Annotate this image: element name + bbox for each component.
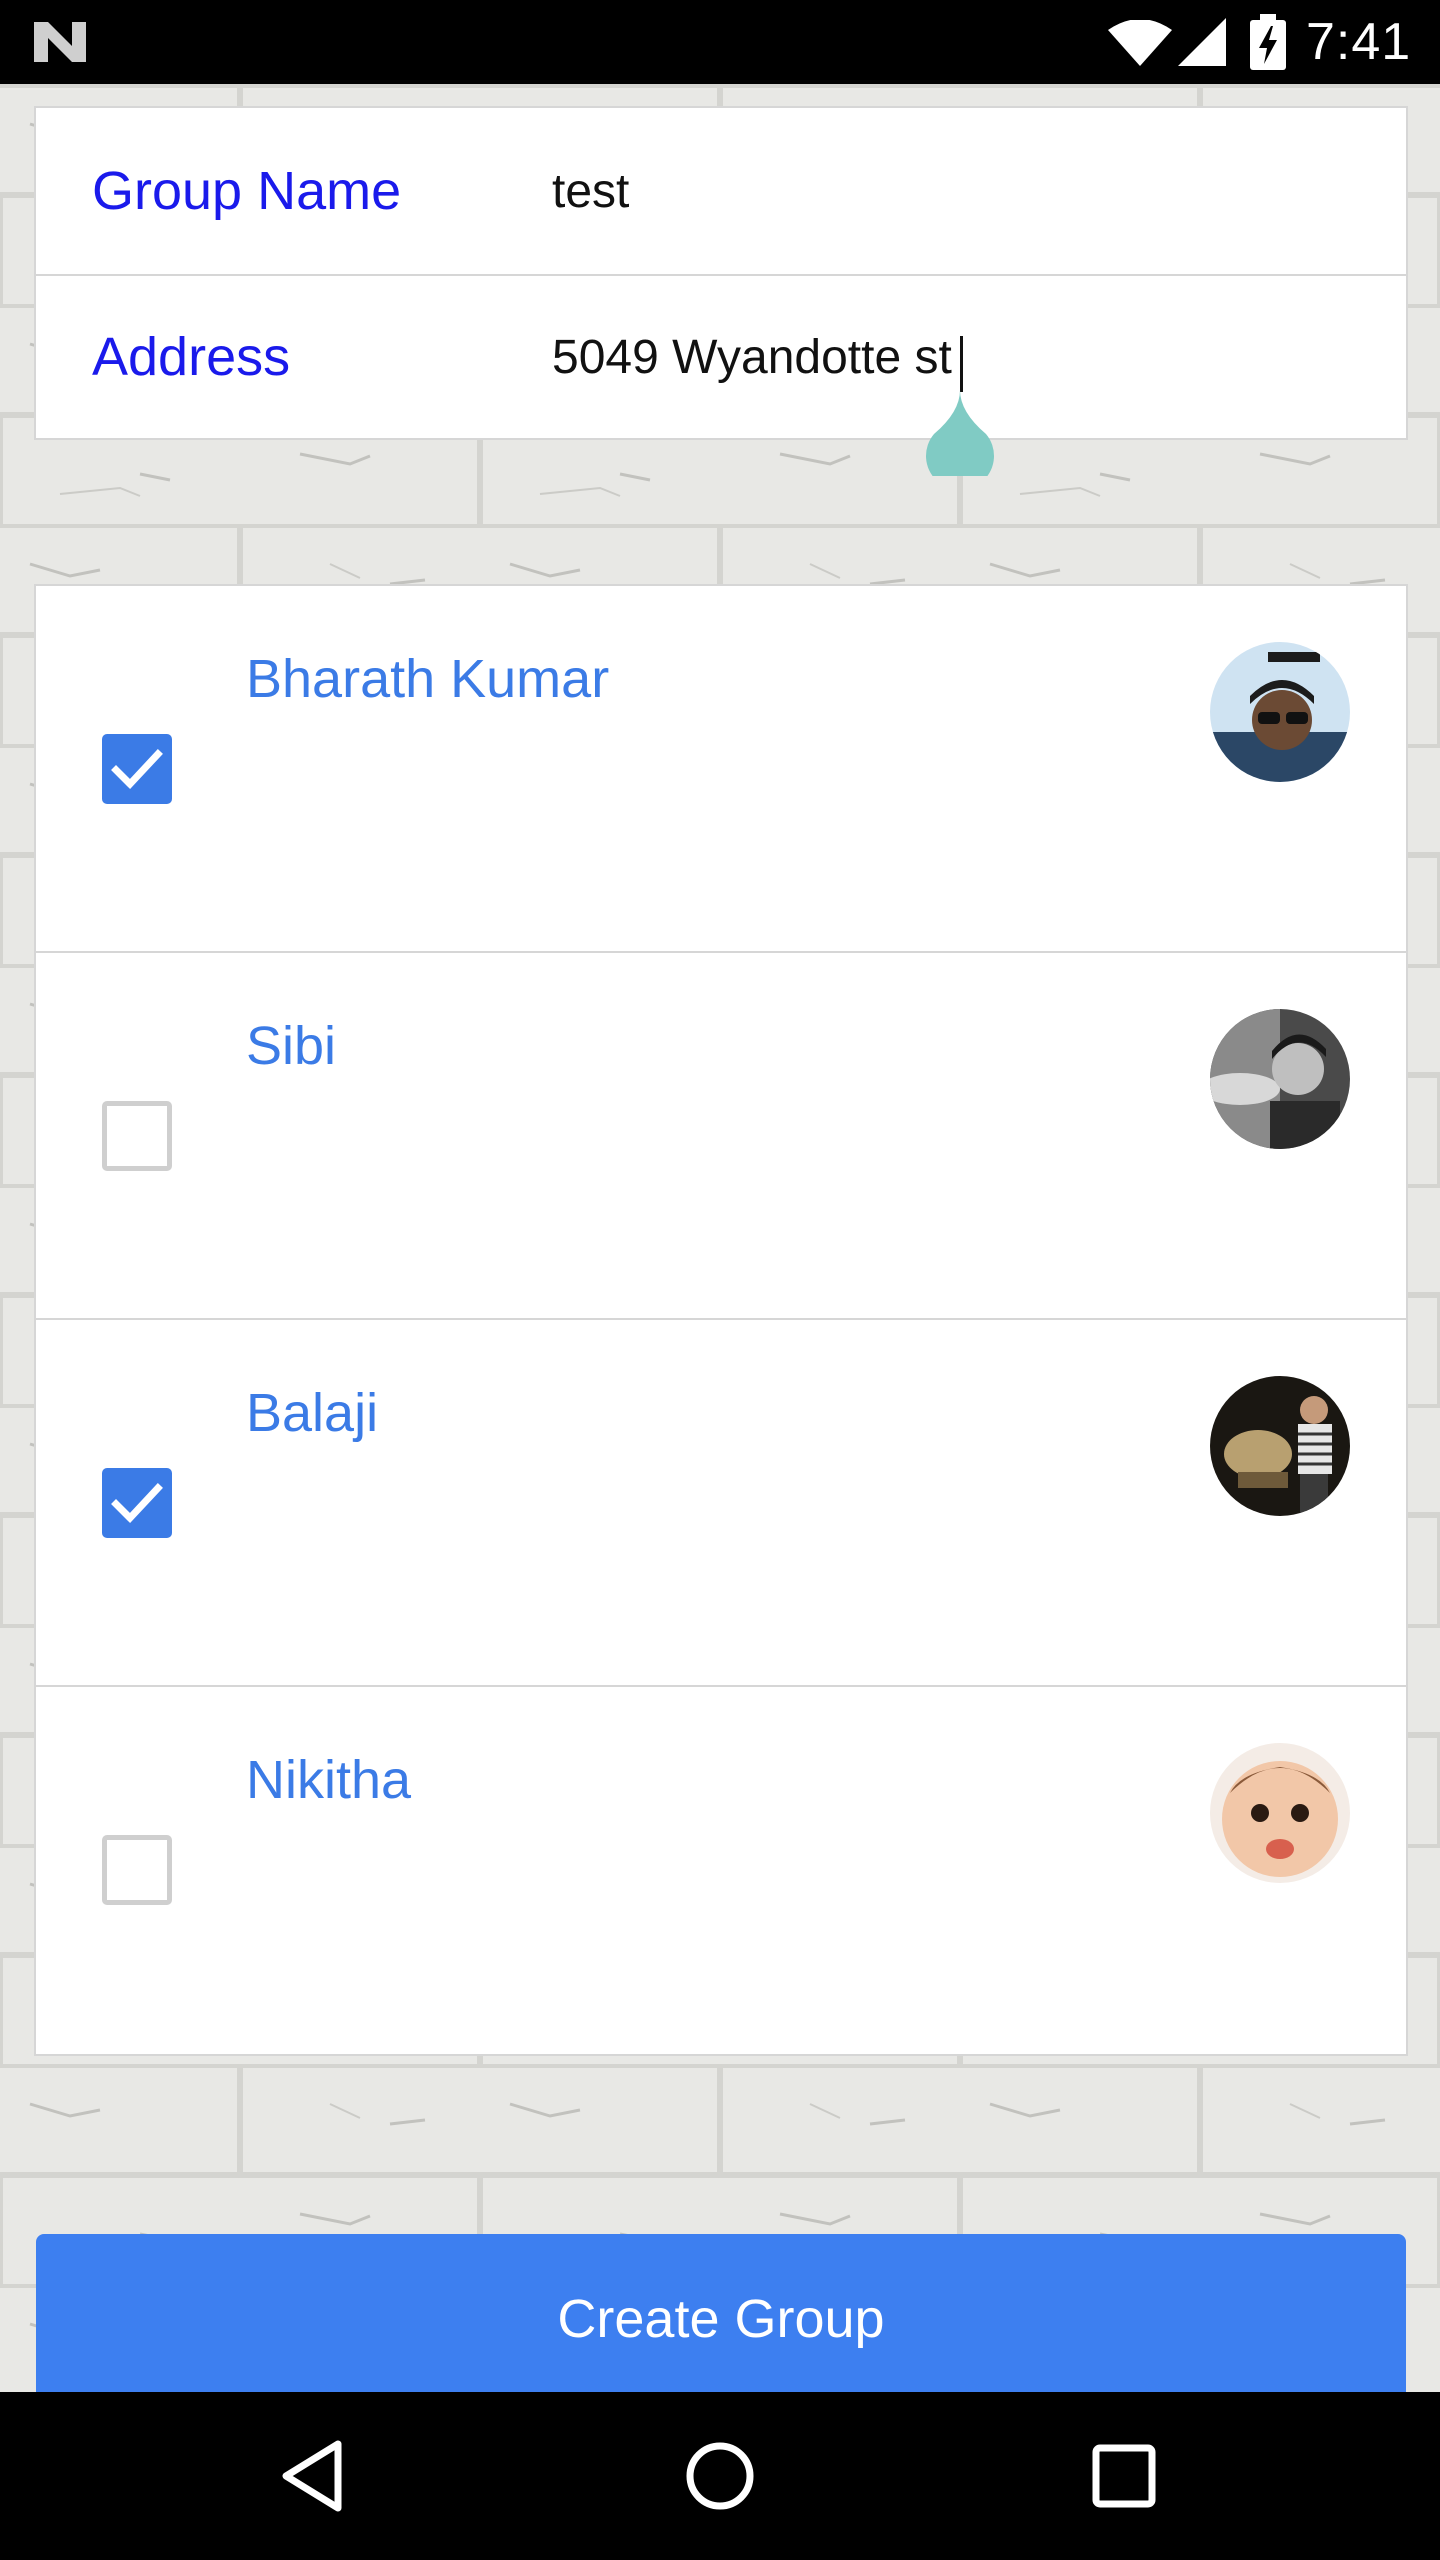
member-name: Bharath Kumar	[246, 649, 610, 709]
recents-icon[interactable]	[1082, 2434, 1166, 2518]
member-list: Bharath Kumar Sibi Balaji Nikitha	[34, 584, 1408, 2056]
navigation-bar	[0, 2392, 1440, 2560]
member-row[interactable]: Nikitha	[36, 1687, 1406, 2054]
battery-charging-icon	[1250, 14, 1286, 70]
back-icon[interactable]	[272, 2434, 356, 2518]
create-group-button[interactable]: Create Group	[36, 2234, 1406, 2392]
member-row[interactable]: Balaji	[36, 1320, 1406, 1687]
app-content: Group Name Address Bharath Kumar	[0, 84, 1440, 2392]
text-cursor	[960, 336, 963, 392]
member-name: Nikitha	[246, 1750, 412, 1810]
signal-icon	[1178, 18, 1226, 66]
check-icon	[111, 1483, 163, 1524]
member-checkbox[interactable]	[102, 1468, 172, 1538]
member-checkbox[interactable]	[102, 1101, 172, 1171]
status-clock: 7:41	[1306, 13, 1412, 71]
home-icon[interactable]	[678, 2434, 762, 2518]
text-cursor-handle-icon[interactable]	[924, 390, 996, 476]
member-row[interactable]: Bharath Kumar	[36, 586, 1406, 953]
address-row: Address	[36, 274, 1406, 440]
avatar	[1210, 1009, 1350, 1149]
status-bar: 7:41	[0, 0, 1440, 84]
check-icon	[111, 749, 163, 790]
wifi-icon	[1108, 20, 1172, 66]
avatar	[1210, 1376, 1350, 1516]
group-name-row: Group Name	[36, 108, 1406, 276]
n-logo-icon	[34, 22, 86, 62]
group-name-input[interactable]	[552, 164, 1352, 219]
member-checkbox[interactable]	[102, 734, 172, 804]
member-checkbox[interactable]	[102, 1835, 172, 1905]
avatar	[1210, 642, 1350, 782]
member-name: Sibi	[246, 1016, 337, 1076]
address-input[interactable]	[552, 330, 1352, 385]
member-row[interactable]: Sibi	[36, 953, 1406, 1320]
address-label: Address	[92, 327, 291, 387]
group-name-label: Group Name	[92, 161, 402, 221]
member-name: Balaji	[246, 1383, 379, 1443]
group-form-card: Group Name Address	[34, 106, 1408, 440]
avatar	[1210, 1743, 1350, 1883]
